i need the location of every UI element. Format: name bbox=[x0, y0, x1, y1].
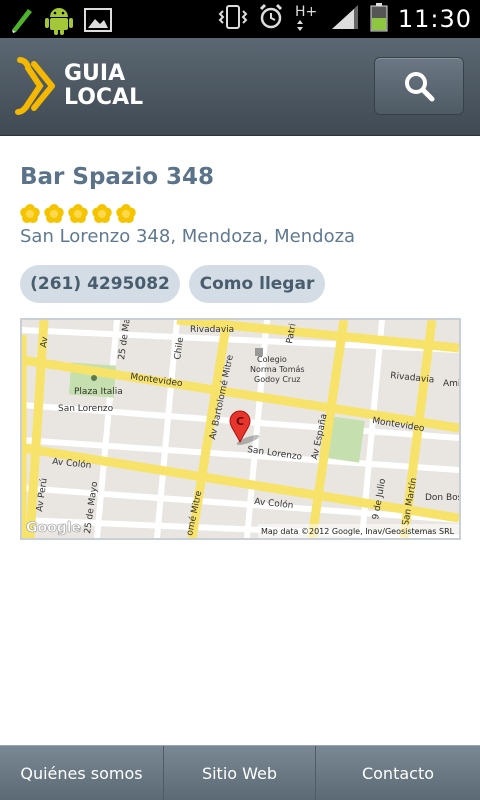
logo-text: GUIA LOCAL bbox=[64, 62, 143, 110]
map-label-colegio-2: Norma Tomás bbox=[250, 365, 305, 374]
network-type-icon: H+ bbox=[294, 2, 320, 36]
bottom-navigation: Quiénes somos Sitio Web Contacto bbox=[0, 745, 480, 800]
guia-local-logo[interactable]: GUIA LOCAL bbox=[14, 56, 143, 116]
clock: 11:30 bbox=[397, 5, 472, 33]
star-icon bbox=[116, 204, 136, 224]
signal-strength-icon bbox=[330, 3, 360, 35]
map-label-san-lorenzo-left: San Lorenzo bbox=[58, 404, 114, 414]
map-label-plaza-italia: Plaza Italia bbox=[74, 387, 123, 397]
star-icon bbox=[92, 204, 112, 224]
pencil-icon bbox=[8, 6, 34, 38]
search-button[interactable] bbox=[374, 57, 464, 115]
app-header: GUIA LOCAL bbox=[0, 38, 480, 136]
notification-icons bbox=[8, 4, 112, 40]
map-label-ami: Ami bbox=[443, 379, 459, 389]
logo-line1: GUIA bbox=[64, 61, 126, 86]
alarm-icon bbox=[258, 3, 284, 35]
star-icon bbox=[68, 204, 88, 224]
nav-website-button[interactable]: Sitio Web bbox=[164, 746, 316, 800]
directions-button[interactable]: Como llegar bbox=[189, 265, 325, 303]
rating-stars bbox=[19, 203, 137, 225]
map-label-don-bos: Don Bos bbox=[425, 493, 459, 503]
nav-contact-button[interactable]: Contacto bbox=[316, 746, 480, 800]
status-bar: H+ 11:30 bbox=[0, 0, 480, 38]
star-icon bbox=[44, 204, 64, 224]
vibrate-icon bbox=[218, 3, 248, 35]
search-icon bbox=[405, 72, 435, 102]
map-label-colegio-3: Godoy Cruz bbox=[254, 375, 301, 384]
app-screen: H+ 11:30 GUIA LOCAL Bar Spazio 348 San L… bbox=[0, 0, 480, 800]
logo-chevron-icon bbox=[15, 57, 55, 115]
logo-line2: LOCAL bbox=[64, 85, 144, 110]
nav-about-button[interactable]: Quiénes somos bbox=[0, 746, 164, 800]
map-marker-letter: C bbox=[236, 415, 244, 428]
system-status-icons: H+ 11:30 bbox=[218, 2, 472, 36]
location-map[interactable]: Rivadavia Montevideo Plaza Italia San Lo… bbox=[20, 318, 461, 540]
network-type-label: H+ bbox=[295, 4, 317, 20]
map-label-rivadavia: Rivadavia bbox=[190, 325, 234, 335]
image-icon bbox=[84, 7, 112, 37]
google-logo: Google bbox=[26, 520, 81, 536]
star-icon bbox=[20, 204, 40, 224]
map-label-av-left: Av bbox=[39, 336, 51, 349]
business-address: San Lorenzo 348, Mendoza, Mendoza bbox=[20, 226, 356, 247]
call-button[interactable]: (261) 4295082 bbox=[20, 265, 180, 303]
map-attribution: Map data ©2012 Google, Inav/Geosistemas … bbox=[261, 527, 455, 536]
battery-icon bbox=[370, 2, 388, 36]
map-label-colegio-1: Colegio bbox=[257, 355, 287, 364]
android-robot-icon bbox=[44, 4, 74, 40]
business-name: Bar Spazio 348 bbox=[20, 164, 215, 190]
